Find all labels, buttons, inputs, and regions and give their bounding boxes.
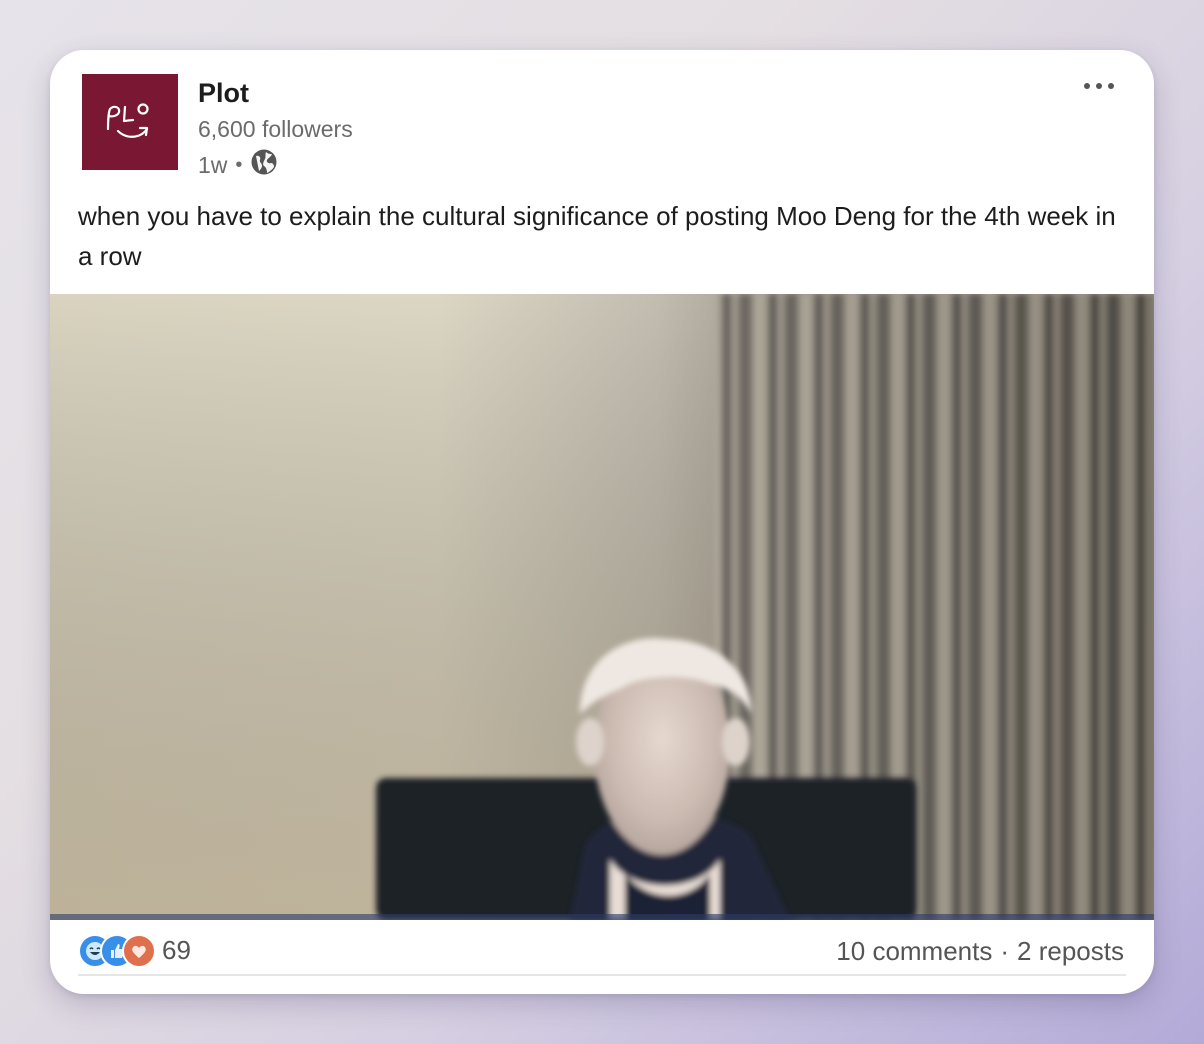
globe-icon [250, 148, 278, 182]
reposts-link[interactable]: 2 reposts [1017, 936, 1124, 967]
meta-separator: • [235, 153, 243, 176]
footer-divider [78, 974, 1126, 976]
follower-count: 6,600 followers [198, 116, 353, 142]
comments-link[interactable]: 10 comments [836, 936, 992, 967]
more-options-icon[interactable] [1084, 76, 1114, 96]
post-card: Plot 6,600 followers 1w • when you have … [50, 50, 1154, 994]
reactions-summary[interactable]: 69 [78, 934, 191, 968]
post-footer: 69 10 comments · 2 reposts [50, 920, 1154, 984]
stats-separator: · [1000, 936, 1010, 966]
post-meta: 1w • [198, 148, 278, 182]
company-logo[interactable] [82, 74, 178, 170]
post-text: when you have to explain the cultural si… [78, 201, 1116, 271]
plot-logo-mark [106, 103, 149, 138]
reaction-count: 69 [162, 934, 191, 965]
engagement-stats: 10 comments · 2 reposts [836, 936, 1124, 967]
post-age: 1w [198, 151, 228, 178]
post-image[interactable] [50, 294, 1154, 920]
author-name[interactable]: Plot [198, 78, 249, 109]
love-reaction-icon [122, 934, 156, 968]
